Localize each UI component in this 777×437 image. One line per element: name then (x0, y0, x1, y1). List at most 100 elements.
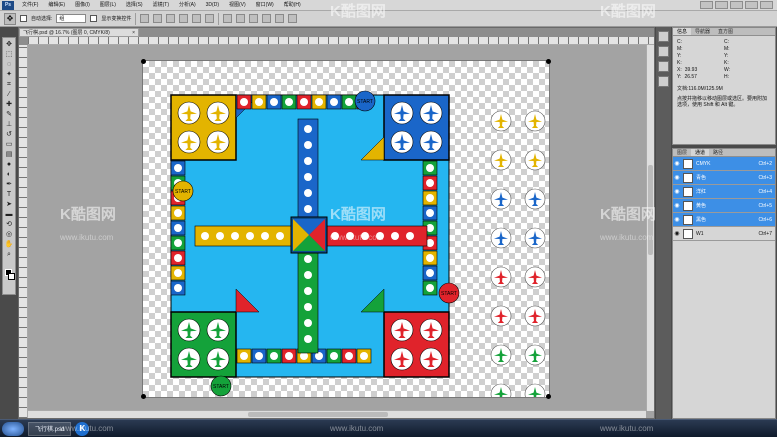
red-hangar (383, 311, 450, 378)
menu-item[interactable]: 选择(S) (121, 0, 148, 11)
marquee-tool-icon[interactable]: ⬚ (4, 50, 15, 59)
distribute-left-button[interactable] (262, 14, 272, 23)
transform-handle[interactable] (546, 394, 551, 399)
transform-handle[interactable] (546, 59, 551, 64)
visibility-eye-icon[interactable]: ◉ (673, 174, 681, 181)
info-panel-tab[interactable]: 导航器 (691, 28, 714, 35)
lasso-tool-icon[interactable]: ◌ (4, 60, 15, 69)
blur-tool-icon[interactable]: ● (4, 160, 15, 169)
scroll-thumb[interactable] (648, 165, 653, 255)
visibility-eye-icon[interactable]: ◉ (673, 188, 681, 195)
menu-item[interactable]: 视图(V) (224, 0, 251, 11)
distribute-hcenter-button[interactable] (275, 14, 285, 23)
menu-item[interactable]: 文件(F) (17, 0, 43, 11)
brush-tool-icon[interactable]: ✎ (4, 110, 15, 119)
distribute-top-button[interactable] (223, 14, 233, 23)
close-tab-icon[interactable]: × (132, 29, 135, 37)
track-dot (426, 194, 434, 202)
paragraph-panel-icon[interactable] (658, 76, 669, 87)
track-dot (426, 179, 434, 187)
track-dot (255, 352, 263, 360)
align-hcenter-button[interactable] (192, 14, 202, 23)
taskbar-photoshop[interactable]: 飞行棋.psd (28, 421, 72, 436)
menu-item[interactable]: 分析(A) (174, 0, 201, 11)
visibility-eye-icon[interactable]: ◉ (673, 202, 681, 209)
menu-item[interactable]: 帮助(H) (279, 0, 306, 11)
horizontal-ruler[interactable] (28, 37, 654, 45)
menu-item[interactable]: 图层(L) (95, 0, 121, 11)
menu-item[interactable]: 编辑(E) (43, 0, 70, 11)
document-tab[interactable]: 飞行棋.psd @ 16.7% (图层 0, CMYK/8) × (19, 28, 139, 37)
visibility-eye-icon[interactable]: ◉ (673, 160, 681, 167)
lane-dot (276, 232, 284, 240)
taskbar-app-icon[interactable]: K (75, 421, 90, 436)
crop-tool-icon[interactable]: ⌗ (4, 80, 15, 89)
dodge-tool-icon[interactable]: ◐ (4, 170, 15, 179)
distribute-right-button[interactable] (288, 14, 298, 23)
history-brush-icon[interactable]: ↺ (4, 130, 15, 139)
distribute-bottom-button[interactable] (249, 14, 259, 23)
pen-tool-icon[interactable]: ✒ (4, 180, 15, 189)
eraser-tool-icon[interactable]: ▭ (4, 140, 15, 149)
magic-wand-icon[interactable]: ✦ (4, 70, 15, 79)
bridge-button[interactable] (700, 1, 713, 9)
channel-row[interactable]: ◉ W1 Ctrl+7 (673, 227, 775, 241)
distribute-vcenter-button[interactable] (236, 14, 246, 23)
screen-mode-button[interactable] (760, 1, 773, 9)
auto-select-dropdown[interactable]: 组 (56, 14, 87, 23)
scroll-thumb[interactable] (248, 412, 388, 417)
channels-panel-tab[interactable]: 路径 (709, 149, 727, 156)
align-bottom-button[interactable] (166, 14, 176, 23)
zoom-level-button[interactable] (730, 1, 743, 9)
move-tool-icon[interactable]: ✥ (4, 40, 15, 49)
vertical-ruler[interactable] (19, 45, 28, 418)
canvas[interactable]: START START START START (143, 61, 549, 397)
channel-row[interactable]: ◉ 青色 Ctrl+3 (673, 171, 775, 185)
gradient-tool-icon[interactable]: ▤ (4, 150, 15, 159)
background-color-swatch[interactable] (8, 273, 15, 280)
align-vcenter-button[interactable] (153, 14, 163, 23)
align-left-button[interactable] (179, 14, 189, 23)
zoom-tool-icon[interactable]: ⌕ (4, 250, 15, 259)
healing-brush-icon[interactable]: ✚ (4, 100, 15, 109)
channel-row[interactable]: ◉ 黄色 Ctrl+5 (673, 199, 775, 213)
eyedropper-icon[interactable]: ⁄ (4, 90, 15, 99)
shape-tool-icon[interactable]: ▬ (4, 210, 15, 219)
menu-item[interactable]: 滤镜(T) (148, 0, 174, 11)
visibility-eye-icon[interactable]: ◉ (673, 230, 681, 237)
info-readout-label: C: (677, 39, 682, 45)
menu-item[interactable]: 3D(D) (201, 0, 224, 11)
arrange-docs-button[interactable] (745, 1, 758, 9)
hand-tool-icon[interactable]: ✋ (4, 240, 15, 249)
channels-panel-tab[interactable]: 图层 (673, 149, 691, 156)
menu-item[interactable]: 图像(I) (70, 0, 95, 11)
horizontal-scrollbar[interactable] (28, 410, 646, 418)
transform-handle[interactable] (141, 59, 146, 64)
3d-rotate-icon[interactable]: ⟲ (4, 220, 15, 229)
menu-item[interactable]: 窗口(W) (251, 0, 279, 11)
path-select-icon[interactable]: ➤ (4, 200, 15, 209)
history-panel-icon[interactable] (658, 31, 669, 42)
3d-orbit-icon[interactable]: ◎ (4, 230, 15, 239)
move-tool-icon[interactable]: ✥ (4, 12, 16, 25)
character-panel-icon[interactable] (658, 61, 669, 72)
visibility-eye-icon[interactable]: ◉ (673, 216, 681, 223)
start-button[interactable] (2, 421, 24, 436)
align-right-button[interactable] (205, 14, 215, 23)
channels-panel-tab[interactable]: 通道 (691, 149, 710, 156)
clone-stamp-icon[interactable]: ⊥ (4, 120, 15, 129)
show-transform-checkbox[interactable] (90, 15, 98, 22)
channel-row[interactable]: ◉ 洋红 Ctrl+4 (673, 185, 775, 199)
vertical-scrollbar[interactable] (646, 45, 654, 411)
channel-row[interactable]: ◉ 黑色 Ctrl+6 (673, 213, 775, 227)
channel-row[interactable]: ◉ CMYK Ctrl+2 (673, 157, 775, 171)
auto-select-checkbox[interactable] (20, 15, 27, 22)
info-panel-tab[interactable]: 信息 (673, 28, 692, 35)
minibridge-button[interactable] (715, 1, 728, 9)
transform-handle[interactable] (141, 394, 146, 399)
actions-panel-icon[interactable] (658, 46, 669, 57)
info-panel-tab[interactable]: 直方图 (714, 28, 737, 35)
type-tool-icon[interactable]: T (4, 190, 15, 199)
align-top-button[interactable] (140, 14, 150, 23)
lane-dot (304, 173, 312, 181)
